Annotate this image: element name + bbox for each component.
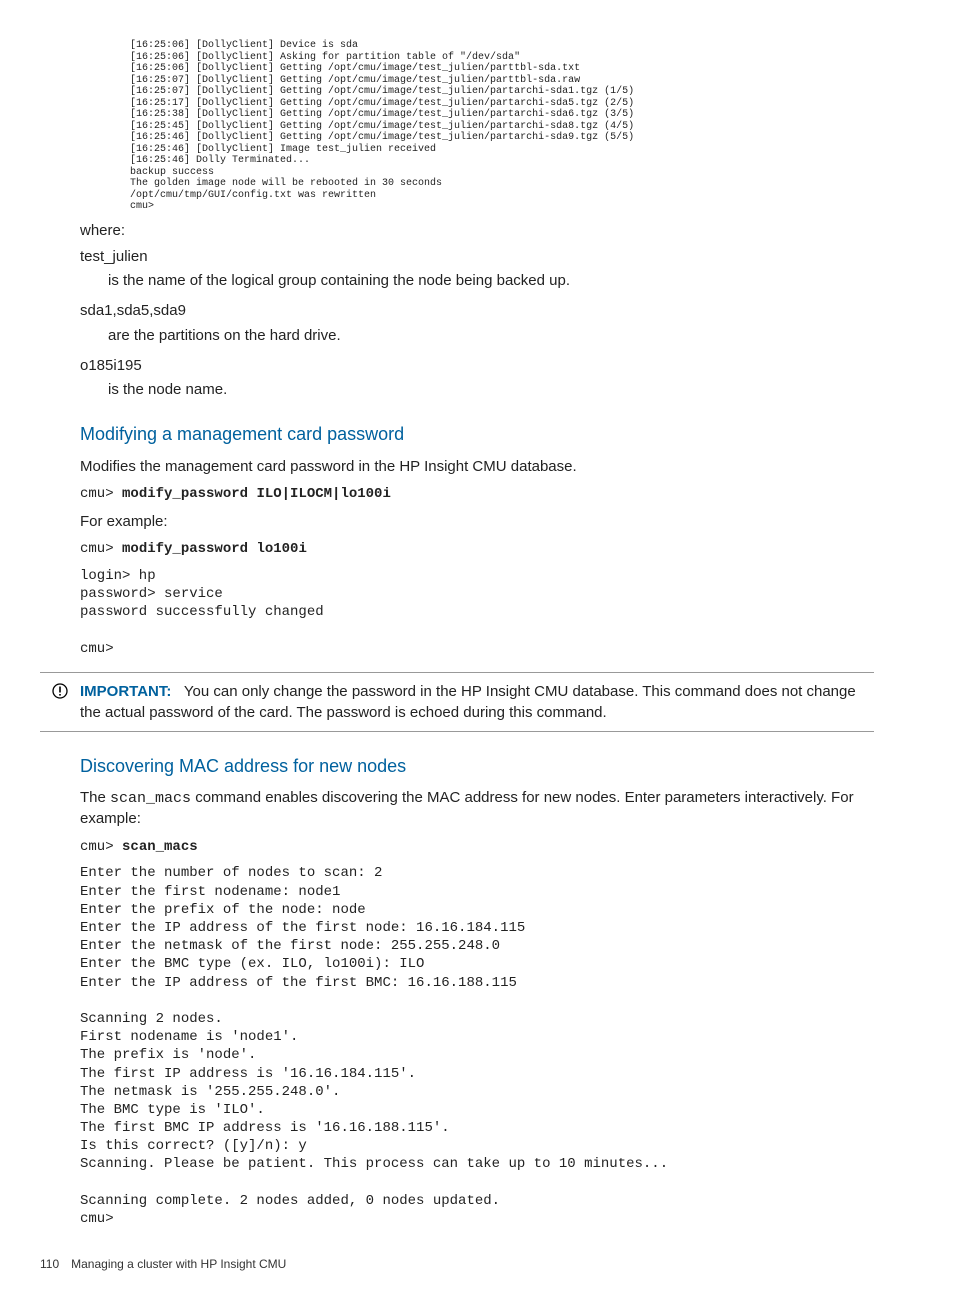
sec2-body-post: command enables discovering the MAC addr… <box>80 789 854 827</box>
section-discover-mac: Discovering MAC address for new nodes <box>80 754 874 778</box>
cmd-text: modify_password lo100i <box>122 541 307 557</box>
important-label: IMPORTANT: <box>80 683 171 700</box>
for-example-label: For example: <box>80 512 874 532</box>
cmd-scan-macs: cmu> scan_macs <box>80 838 874 857</box>
cmd-modify-password-example: cmu> modify_password lo100i <box>80 540 874 559</box>
def-partitions: are the partitions on the hard drive. <box>108 326 874 346</box>
cmd-text: modify_password ILO|ILOCM|lo100i <box>122 486 391 502</box>
page-footer: 110 Managing a cluster with HP Insight CM… <box>40 1256 874 1272</box>
sec2-body-mono: scan_macs <box>110 790 191 807</box>
def-nodename: is the node name. <box>108 380 874 400</box>
important-text: IMPORTANT: You can only change the passw… <box>80 681 874 723</box>
term-nodename: o185i195 <box>80 356 874 376</box>
cmd-modify-password-output: login> hp password> service password suc… <box>80 567 874 658</box>
sec1-body: Modifies the management card password in… <box>80 457 874 477</box>
definition-list: where: test_julien is the name of the lo… <box>80 221 874 401</box>
important-note: IMPORTANT: You can only change the passw… <box>40 672 874 732</box>
footer-text: Managing a cluster with HP Insight CMU <box>71 1257 286 1271</box>
cmd-scan-macs-output: Enter the number of nodes to scan: 2 Ent… <box>80 864 874 1228</box>
term-partitions: sda1,sda5,sda9 <box>80 301 874 321</box>
cmd-prompt: cmu> <box>80 486 122 502</box>
important-body: You can only change the password in the … <box>80 683 856 721</box>
def-test-julien: is the name of the logical group contain… <box>108 271 874 291</box>
important-icon <box>40 681 80 699</box>
sec2-body: The scan_macs command enables discoverin… <box>80 788 874 830</box>
section-modify-password: Modifying a management card password <box>80 422 874 446</box>
cmd-prompt: cmu> <box>80 541 122 557</box>
sec2-body-pre: The <box>80 789 110 806</box>
console-log-top: [16:25:06] [DollyClient] Device is sda [… <box>130 40 874 213</box>
cmd-prompt: cmu> <box>80 839 122 855</box>
cmd-modify-password-syntax: cmu> modify_password ILO|ILOCM|lo100i <box>80 485 874 504</box>
term-test-julien: test_julien <box>80 247 874 267</box>
where-label: where: <box>80 221 874 241</box>
page-number: 110 <box>40 1257 59 1271</box>
cmd-text: scan_macs <box>122 839 198 855</box>
